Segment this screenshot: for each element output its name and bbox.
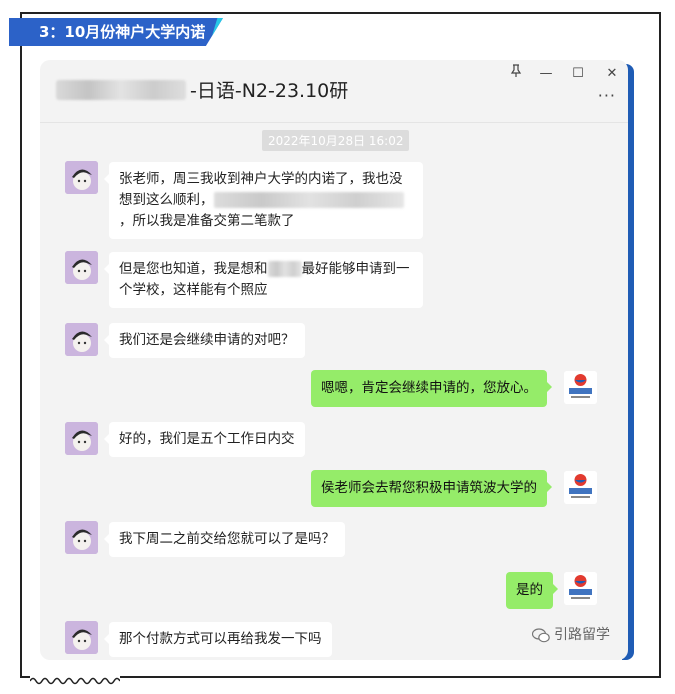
maximize-button[interactable]: ☐ bbox=[568, 64, 588, 84]
sent-message[interactable]: 嗯嗯，肯定会继续申请的，您放心。 bbox=[311, 370, 552, 407]
contact-avatar[interactable] bbox=[65, 521, 98, 554]
message-text: 我下周二之前交给您就可以了是吗？ bbox=[119, 531, 335, 547]
chat-title: -日语-N2-23.10研 bbox=[190, 80, 349, 102]
received-message[interactable]: 但是您也知道，我是想和 最好能够申请到一 个学校，这样能有个照应 bbox=[104, 252, 423, 308]
message-text-part: ，所以我是准备交第二笔款了 bbox=[119, 213, 295, 229]
message-text: 但是您也知道，我是想和 最好能够申请到一 bbox=[119, 259, 413, 280]
contact-avatar[interactable] bbox=[65, 621, 98, 654]
sent-message[interactable]: 侯老师会去帮您积极申请筑波大学的 bbox=[311, 470, 552, 507]
sent-message[interactable]: 是的 bbox=[506, 572, 558, 609]
watermark-text: 引路留学 bbox=[554, 627, 610, 643]
titlebar-divider bbox=[40, 122, 628, 123]
message-text: 我们还是会继续申请的对吧？ bbox=[119, 332, 295, 348]
close-button[interactable]: ✕ bbox=[602, 64, 622, 84]
message-text: 是的 bbox=[516, 582, 543, 598]
section-heading: 3：10月份神户大学内诺 bbox=[39, 23, 206, 41]
contact-avatar[interactable] bbox=[65, 323, 98, 356]
agent-avatar[interactable] bbox=[564, 572, 597, 605]
pin-icon[interactable] bbox=[506, 64, 526, 84]
message-timestamp: 2022年10月28日 16:02 bbox=[262, 130, 410, 151]
section-heading-badge: 3：10月份神户大学内诺 bbox=[9, 18, 223, 46]
more-options-button[interactable]: ··· bbox=[598, 86, 616, 105]
received-message[interactable]: 张老师，周三我收到神户大学的内诺了，我也没 想到这么顺利， ，所以我是准备交第二… bbox=[104, 162, 423, 239]
message-text-part: 想到这么顺利， bbox=[119, 192, 214, 208]
chat-titlebar: -日语-N2-23.10研 — ☐ ✕ ··· bbox=[40, 60, 628, 120]
redacted-text bbox=[267, 261, 302, 277]
chat-window: -日语-N2-23.10研 — ☐ ✕ ··· 2022年10月28日 16:0… bbox=[40, 60, 628, 660]
message-text-part: 但是您也知道，我是想和 bbox=[119, 261, 268, 277]
message-text: 个学校，这样能有个照应 bbox=[119, 282, 268, 298]
message-text: 嗯嗯，肯定会继续申请的，您放心。 bbox=[321, 380, 537, 396]
minimize-button[interactable]: — bbox=[536, 64, 556, 84]
received-message[interactable]: 那个付款方式可以再给我发一下吗 bbox=[104, 622, 332, 657]
received-message[interactable]: 我下周二之前交给您就可以了是吗？ bbox=[104, 522, 345, 557]
received-message[interactable]: 我们还是会继续申请的对吧？ bbox=[104, 323, 305, 358]
message-text: 那个付款方式可以再给我发一下吗 bbox=[119, 631, 322, 647]
received-message[interactable]: 好的，我们是五个工作日内交 bbox=[104, 422, 305, 457]
message-text: 好的，我们是五个工作日内交 bbox=[119, 431, 295, 447]
agent-avatar[interactable] bbox=[564, 471, 597, 504]
contact-avatar[interactable] bbox=[65, 161, 98, 194]
message-text-part: 最好能够申请到一 bbox=[301, 261, 410, 277]
redacted-text bbox=[213, 192, 404, 208]
message-text: 想到这么顺利， bbox=[119, 190, 413, 211]
frame-wave-decoration bbox=[30, 674, 120, 688]
watermark: 引路留学 bbox=[531, 624, 610, 644]
message-text: 张老师，周三我收到神户大学的内诺了，我也没 bbox=[119, 171, 403, 187]
contact-avatar[interactable] bbox=[65, 251, 98, 284]
agent-avatar[interactable] bbox=[564, 371, 597, 404]
contact-avatar[interactable] bbox=[65, 422, 98, 455]
message-text: 侯老师会去帮您积极申请筑波大学的 bbox=[321, 480, 537, 496]
blurred-contact-name bbox=[56, 80, 186, 100]
wechat-icon bbox=[531, 627, 550, 642]
message-text: ，所以我是准备交第二笔款了 bbox=[119, 211, 413, 232]
